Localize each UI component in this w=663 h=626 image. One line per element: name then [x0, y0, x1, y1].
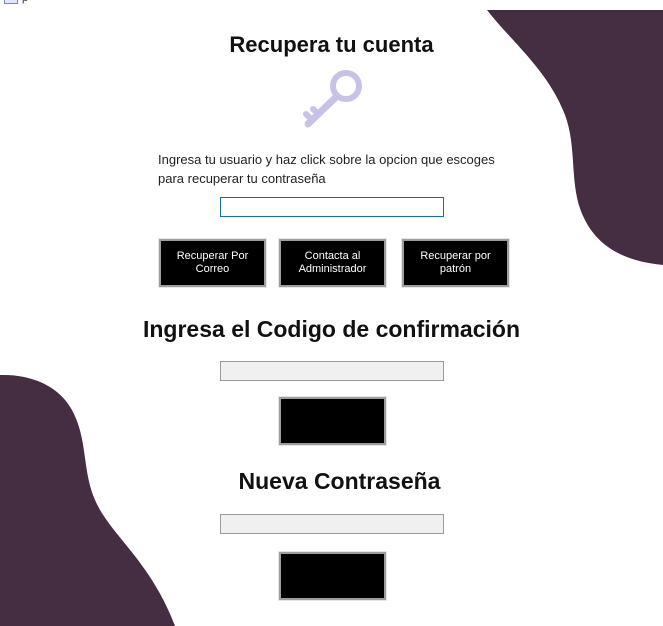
- new-password-title: Nueva Contraseña: [238, 468, 441, 494]
- contact-admin-label: Contacta al Administrador: [298, 250, 367, 275]
- recover-by-pattern-button[interactable]: Recuperar por patrón: [401, 238, 510, 288]
- recover-by-email-button[interactable]: Recuperar Por Correo: [158, 238, 267, 288]
- recover-by-pattern-label: Recuperar por patrón: [420, 250, 491, 275]
- recovery-instructions: Ingresa tu usuario y haz click sobre la …: [158, 152, 495, 186]
- confirmation-code-input[interactable]: [220, 361, 444, 381]
- submit-password-button[interactable]: [278, 551, 387, 601]
- window-title: p: [22, 0, 28, 4]
- recover-account-title: Recupera tu cuenta: [229, 32, 434, 57]
- username-input[interactable]: [220, 197, 444, 217]
- recover-by-email-label: Recuperar Por Correo: [176, 250, 249, 275]
- key-icon: [303, 70, 362, 128]
- submit-code-button[interactable]: [278, 396, 387, 446]
- app-window-icon: [4, 0, 18, 4]
- confirmation-code-title: Ingresa el Codigo de confirmación: [142, 316, 520, 342]
- new-password-input[interactable]: [220, 514, 444, 534]
- bottom-left-blob: [0, 374, 175, 626]
- contact-admin-button[interactable]: Contacta al Administrador: [278, 238, 387, 288]
